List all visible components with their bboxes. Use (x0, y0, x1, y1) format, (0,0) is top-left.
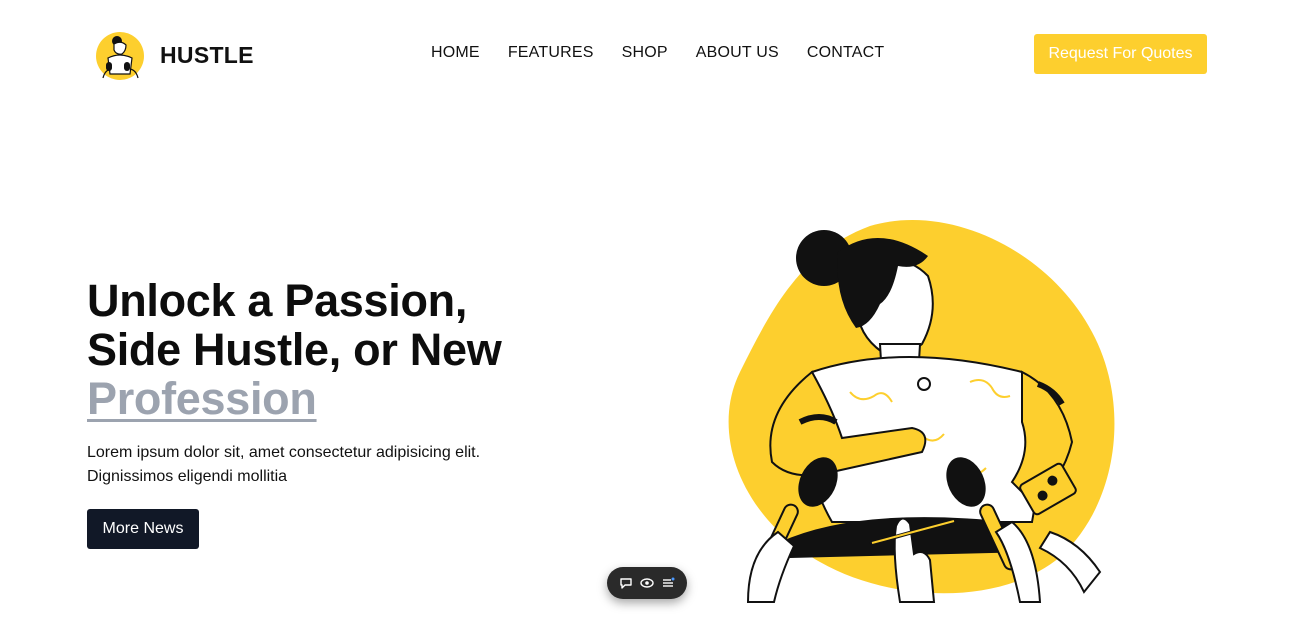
hero-title-line-1: Unlock a Passion, (87, 275, 468, 326)
eye-icon[interactable] (639, 575, 655, 591)
site-header: HUSTLE HOME FEATURES SHOP ABOUT US CONTA… (0, 0, 1303, 108)
hero-description: Lorem ipsum dolor sit, amet consectetur … (87, 444, 481, 485)
main-nav: HOME FEATURES SHOP ABOUT US CONTACT (431, 44, 884, 62)
nav-item-contact[interactable]: CONTACT (807, 44, 885, 62)
more-news-button[interactable]: More News (87, 509, 199, 549)
hero-title-line-2: Side Hustle, or New (87, 324, 502, 375)
nav-item-features[interactable]: FEATURES (508, 44, 594, 62)
woman-interview-illustration (728, 219, 1115, 603)
comment-icon[interactable] (618, 575, 634, 591)
brand-name: HUSTLE (160, 41, 254, 68)
floating-toolbar (607, 567, 687, 599)
hero-title-accent: Profession (87, 373, 317, 424)
nav-item-about-us[interactable]: ABOUT US (696, 44, 779, 62)
brand[interactable]: HUSTLE (94, 28, 254, 82)
nav-item-shop[interactable]: SHOP (622, 44, 668, 62)
menu-icon[interactable] (660, 575, 676, 591)
request-quotes-button[interactable]: Request For Quotes (1034, 34, 1207, 74)
hero-title: Unlock a Passion, Side Hustle, or New Pr… (87, 275, 502, 424)
logo-icon (96, 32, 144, 80)
nav-item-home[interactable]: HOME (431, 44, 480, 62)
